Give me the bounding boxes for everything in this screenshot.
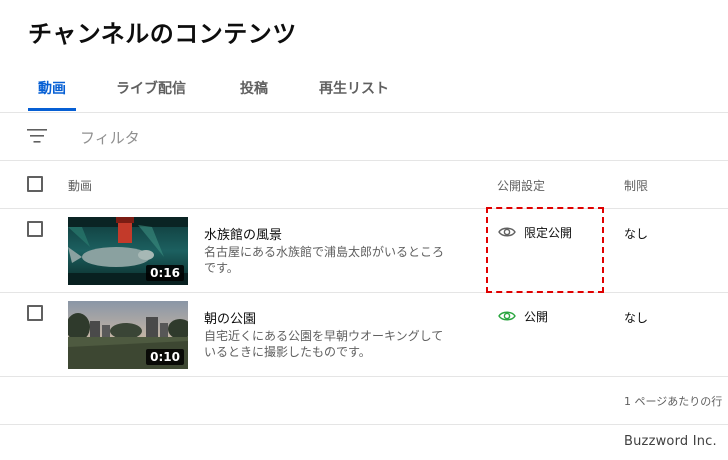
select-all-checkbox[interactable]: [27, 176, 43, 192]
table-header: 動画 公開設定 制限: [0, 161, 728, 209]
active-tab-indicator: [28, 108, 76, 111]
video-thumbnail[interactable]: 0:16: [68, 217, 188, 285]
table-row[interactable]: 0:10 朝の公園 自宅近くにある公園を早朝ウオーキングしているときに撮影したも…: [0, 292, 728, 377]
filter-input[interactable]: フィルタ: [80, 127, 140, 148]
restrictions-cell: なし: [624, 311, 649, 325]
row-checkbox[interactable]: [27, 305, 43, 321]
video-description: 自宅近くにある公園を早朝ウオーキングしているときに撮影したものです。: [204, 329, 444, 359]
video-title[interactable]: 水族館の風景: [204, 224, 282, 243]
tab-posts[interactable]: 投稿: [240, 78, 268, 98]
header-visibility[interactable]: 公開設定: [497, 177, 545, 194]
footer-divider: [0, 424, 728, 425]
header-restrictions[interactable]: 制限: [624, 177, 648, 194]
filter-lines-icon[interactable]: [27, 129, 47, 143]
tab-bar: 動画 ライブ配信 投稿 再生リスト: [0, 64, 728, 113]
highlight-annotation-box: [486, 207, 604, 293]
restrictions-cell: なし: [624, 227, 649, 241]
watermark: Buzzword Inc.: [624, 434, 717, 449]
tab-live[interactable]: ライブ配信: [116, 78, 186, 98]
row-checkbox[interactable]: [27, 221, 43, 237]
header-video: 動画: [68, 179, 93, 193]
table-row[interactable]: 0:16 水族館の風景 名古屋にある水族館で浦島太郎がいるところです。 限定公開…: [0, 208, 728, 293]
eye-icon: [498, 311, 516, 321]
video-thumbnail[interactable]: 0:10: [68, 301, 188, 369]
page-title: チャンネルのコンテンツ: [28, 20, 297, 48]
visibility-cell[interactable]: 公開: [498, 307, 548, 325]
tab-videos[interactable]: 動画: [38, 78, 66, 98]
tab-playlists[interactable]: 再生リスト: [319, 78, 389, 98]
rows-per-page-label: 1 ページあたりの行: [624, 395, 723, 408]
filter-bar[interactable]: フィルタ: [0, 112, 728, 161]
video-duration: 0:10: [146, 349, 184, 365]
video-duration: 0:16: [146, 265, 184, 281]
video-title[interactable]: 朝の公園: [204, 308, 256, 327]
visibility-label: 公開: [524, 309, 549, 324]
video-description: 名古屋にある水族館で浦島太郎がいるところです。: [204, 245, 445, 275]
